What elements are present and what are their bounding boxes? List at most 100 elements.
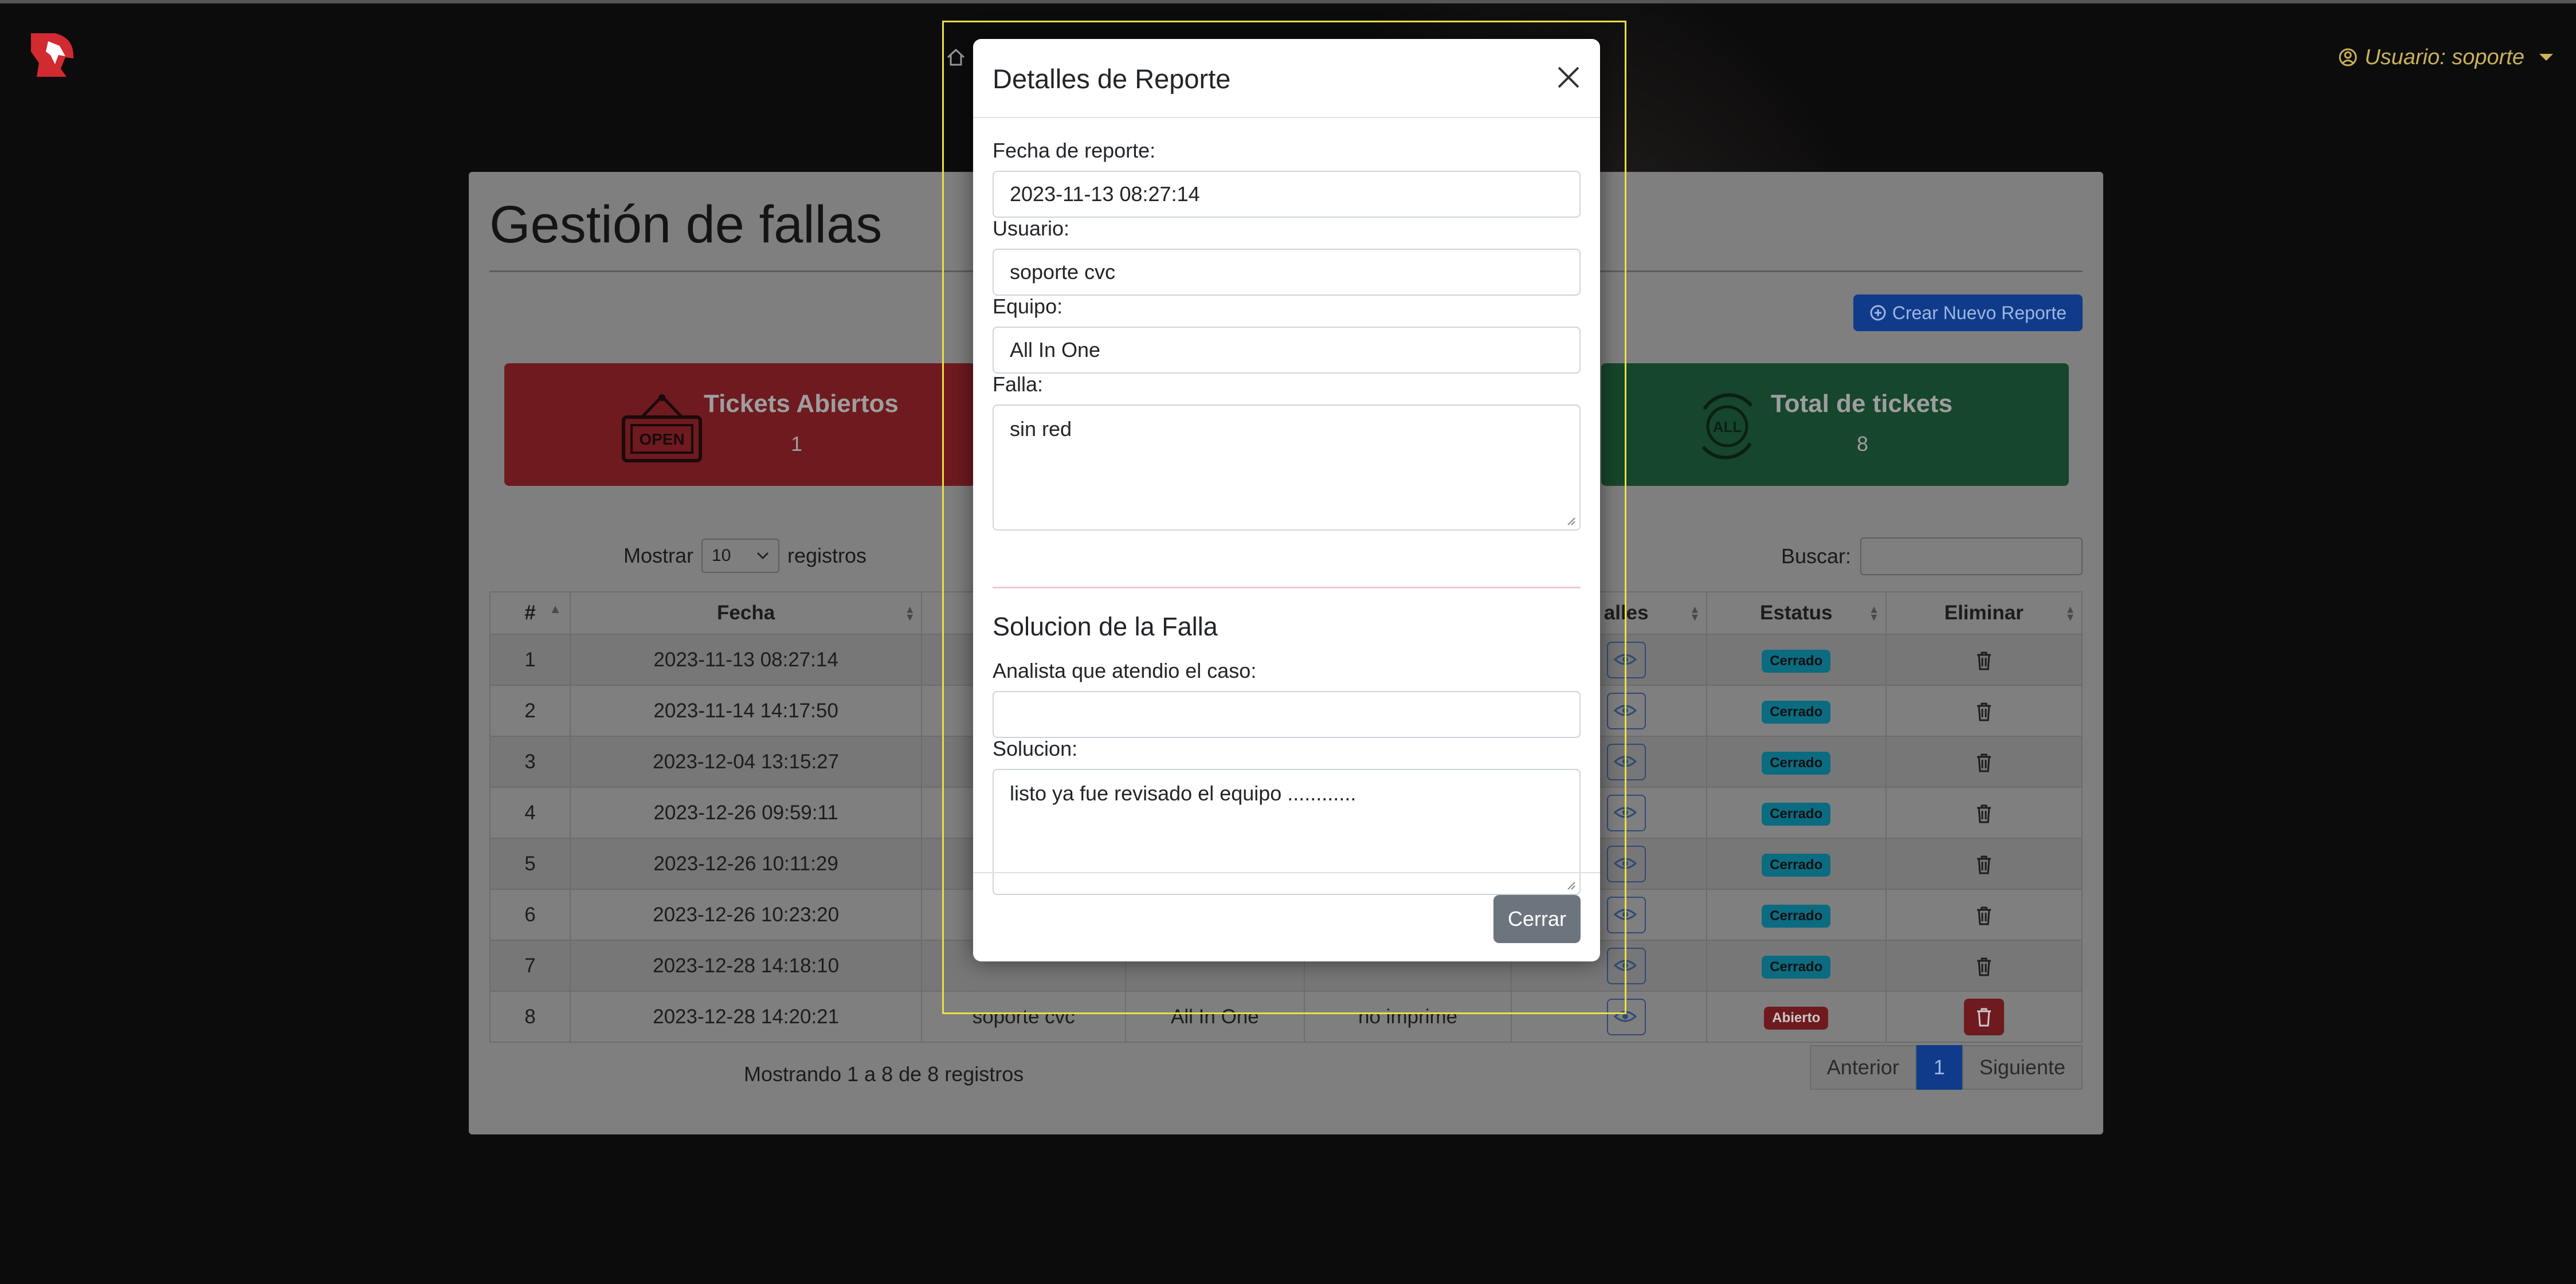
- open-tickets-count: 1: [791, 432, 803, 456]
- cycle-all-icon: ALL: [1701, 393, 1753, 460]
- usuario-field[interactable]: soporte cvc: [993, 249, 1581, 296]
- length-select[interactable]: 10: [701, 539, 780, 573]
- trash-icon[interactable]: [1975, 956, 1993, 977]
- cerrar-button[interactable]: Cerrar: [1493, 895, 1581, 943]
- open-sign-text: OPEN: [639, 430, 684, 448]
- total-tickets-count: 8: [1857, 432, 1869, 456]
- eye-icon: [1613, 756, 1637, 767]
- total-tickets-card: ALL Total de tickets 8: [1601, 363, 2069, 486]
- view-details-button[interactable]: [1606, 845, 1646, 882]
- cell-eliminar: [1885, 889, 2083, 941]
- user-menu-label: Usuario: soporte: [2365, 45, 2524, 69]
- resize-grip-icon[interactable]: [1566, 516, 1576, 526]
- cell-estatus: Abierto: [1705, 991, 1887, 1043]
- falla-textarea[interactable]: sin red: [993, 405, 1581, 531]
- cell-usuario: soporte cvc: [921, 991, 1127, 1043]
- cell-falla: no imprime: [1303, 991, 1512, 1043]
- trash-icon[interactable]: [1975, 752, 1993, 773]
- cell-fecha: 2023-12-28 14:18:10: [569, 940, 923, 992]
- top-border: [0, 0, 2576, 3]
- cell-estatus: Cerrado: [1705, 685, 1887, 737]
- view-details-button[interactable]: [1606, 641, 1646, 678]
- pagination-next[interactable]: Siguiente: [1962, 1045, 2083, 1090]
- cell-fecha: 2023-11-14 14:17:50: [569, 685, 923, 737]
- sort-icon: ▴ ▾: [1871, 602, 1877, 624]
- table-row: 8 2023-12-28 14:20:21 soporte cvc All In On…: [489, 991, 2083, 1043]
- view-details-button[interactable]: [1606, 896, 1646, 933]
- usuario-label: Usuario:: [993, 217, 1070, 240]
- col-header-fecha[interactable]: Fecha ▴ ▾: [569, 591, 923, 635]
- open-tickets-label: Tickets Abiertos: [704, 390, 899, 418]
- chevron-down-icon: [2539, 54, 2553, 61]
- open-sign-icon: OPEN: [622, 394, 702, 462]
- delete-button[interactable]: [1963, 998, 2004, 1035]
- modal-title: Detalles de Reporte: [993, 64, 1231, 94]
- cell-estatus: Cerrado: [1705, 889, 1887, 941]
- modal-header: Detalles de Reporte: [973, 39, 1600, 118]
- table-info: Mostrando 1 a 8 de 8 registros: [744, 1062, 1024, 1086]
- sort-icon: ▴ ▾: [1691, 602, 1698, 624]
- app-logo-icon[interactable]: [25, 29, 77, 80]
- trash-icon[interactable]: [1975, 803, 1993, 824]
- open-tickets-card: OPEN Tickets Abiertos 1: [504, 363, 975, 486]
- equipo-label: Equipo:: [993, 295, 1063, 318]
- view-details-button[interactable]: [1606, 692, 1646, 729]
- cell-estatus: Cerrado: [1705, 787, 1887, 839]
- status-badge: Cerrado: [1762, 904, 1831, 928]
- table-search: Buscar:: [1781, 537, 2083, 575]
- fecha-field[interactable]: 2023-11-13 08:27:14: [993, 171, 1581, 218]
- col-header-eliminar[interactable]: Eliminar ▴ ▾: [1885, 591, 2083, 635]
- status-badge: Abierto: [1764, 1006, 1829, 1030]
- sort-asc-icon: ▲: [549, 602, 562, 616]
- eye-icon: [1613, 1011, 1637, 1022]
- col-header-estatus[interactable]: Estatus ▴ ▾: [1705, 591, 1887, 635]
- modal-footer: Cerrar: [973, 872, 1600, 961]
- status-badge: Cerrado: [1762, 955, 1831, 979]
- cell-eliminar: [1885, 634, 2083, 686]
- trash-icon[interactable]: [1975, 650, 1993, 671]
- page-title: Gestión de fallas: [489, 195, 883, 254]
- view-details-button[interactable]: [1606, 947, 1646, 984]
- records-label: registros: [787, 544, 867, 567]
- search-input[interactable]: [1860, 537, 2083, 575]
- col-header-number[interactable]: # ▲: [489, 591, 571, 635]
- cell-estatus: Cerrado: [1705, 940, 1887, 992]
- eye-icon: [1613, 705, 1637, 716]
- cell-eliminar: [1885, 940, 2083, 992]
- status-badge: Cerrado: [1762, 802, 1831, 826]
- cell-number: 1: [489, 634, 571, 686]
- cell-fecha: 2023-12-26 09:59:11: [569, 787, 923, 839]
- cell-number: 3: [489, 736, 571, 788]
- eye-icon: [1613, 960, 1637, 971]
- pagination-prev[interactable]: Anterior: [1809, 1045, 1916, 1090]
- trash-icon[interactable]: [1975, 701, 1993, 722]
- view-details-button[interactable]: [1606, 998, 1646, 1035]
- analista-label: Analista que atendio el caso:: [993, 659, 1257, 682]
- cell-fecha: 2023-12-04 13:15:27: [569, 736, 923, 788]
- eye-icon: [1613, 654, 1637, 665]
- trash-icon[interactable]: [1975, 905, 1993, 926]
- analista-field[interactable]: [993, 691, 1581, 738]
- close-icon[interactable]: [1554, 63, 1583, 92]
- cell-number: 8: [489, 991, 571, 1043]
- pagination-page-1[interactable]: 1: [1916, 1045, 1962, 1090]
- trash-icon[interactable]: [1975, 854, 1993, 875]
- length-select-value: 10: [712, 546, 731, 565]
- section-divider: [993, 587, 1581, 588]
- fecha-label: Fecha de reporte:: [993, 139, 1156, 162]
- equipo-field[interactable]: All In One: [993, 327, 1581, 374]
- cell-eliminar: [1885, 838, 2083, 890]
- cell-number: 2: [489, 685, 571, 737]
- cell-eliminar: [1885, 991, 2083, 1043]
- create-report-button[interactable]: Crear Nuevo Reporte: [1853, 295, 2083, 331]
- cell-fecha: 2023-11-13 08:27:14: [569, 634, 923, 686]
- view-details-button[interactable]: [1606, 794, 1646, 831]
- cell-number: 7: [489, 940, 571, 992]
- sort-icon: ▴ ▾: [907, 602, 913, 624]
- cell-eliminar: [1885, 787, 2083, 839]
- cell-eliminar: [1885, 736, 2083, 788]
- home-icon[interactable]: [946, 47, 966, 68]
- view-details-button[interactable]: [1606, 743, 1646, 780]
- cell-fecha: 2023-12-28 14:20:21: [569, 991, 923, 1043]
- user-menu[interactable]: Usuario: soporte: [2338, 41, 2553, 73]
